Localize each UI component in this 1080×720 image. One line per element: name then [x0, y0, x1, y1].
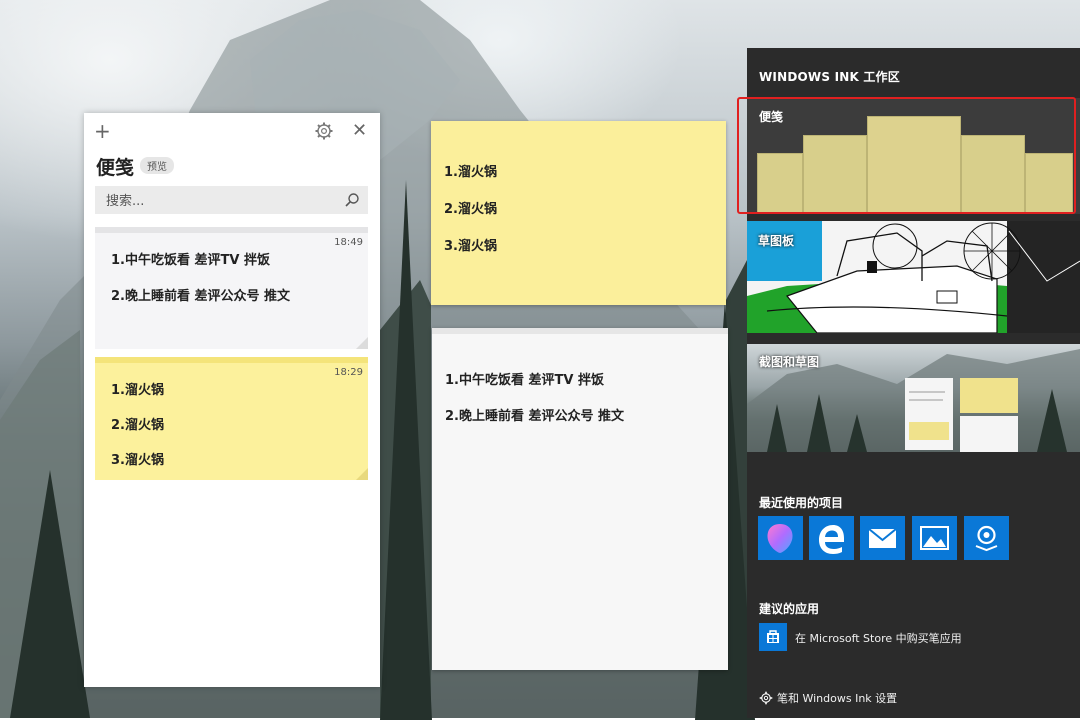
- note-line: 3.溜火锅: [444, 239, 497, 254]
- note-color-strip: [95, 357, 368, 363]
- note-corner-fold: [356, 468, 368, 480]
- note-line: 2.晚上睡前看 差评公众号 推文: [111, 289, 291, 304]
- note-line: 1.溜火锅: [444, 165, 497, 180]
- photos-icon[interactable]: [912, 516, 957, 560]
- note-line: 1.溜火锅: [111, 383, 164, 398]
- pen-settings-label: 笔和 Windows Ink 设置: [777, 692, 898, 705]
- note-line: 2.晚上睡前看 差评公众号 推文: [445, 409, 625, 424]
- edge-icon[interactable]: [809, 516, 854, 560]
- note-top-bar: [432, 328, 728, 334]
- gear-icon: [759, 691, 773, 705]
- recent-items-heading: 最近使用的项目: [759, 496, 844, 510]
- yellow-sticky-note[interactable]: 1.溜火锅 2.溜火锅 3.溜火锅: [431, 121, 726, 305]
- search-box: [95, 186, 368, 216]
- pine-tree: [380, 180, 432, 720]
- note-line: 1.中午吃饭看 差评TV 拌饭: [445, 373, 604, 388]
- sketch-drawing: [747, 221, 1080, 333]
- white-sticky-note[interactable]: 1.中午吃饭看 差评TV 拌饭 2.晚上睡前看 差评公众号 推文: [432, 328, 728, 670]
- suggested-apps-heading: 建议的应用: [759, 602, 820, 616]
- screen-sketch-tile-label: 截图和草图: [759, 355, 820, 369]
- pen-settings-link[interactable]: 笔和 Windows Ink 设置: [759, 690, 897, 706]
- sketchpad-tile-label: 草图板: [758, 234, 795, 248]
- maps-icon[interactable]: [964, 516, 1009, 560]
- store-link[interactable]: 在 Microsoft Store 中购买笔应用: [795, 630, 962, 646]
- note-card[interactable]: 18:49 1.中午吃饭看 差评TV 拌饭 2.晚上睡前看 差评公众号 推文: [95, 227, 368, 349]
- note-line: 3.溜火锅: [111, 453, 164, 468]
- gear-icon[interactable]: [314, 121, 334, 141]
- ink-workspace-title: WINDOWS INK 工作区: [759, 70, 900, 84]
- note-corner-fold: [356, 337, 368, 349]
- note-color-strip: [95, 227, 368, 233]
- new-note-button[interactable]: +: [94, 119, 111, 143]
- note-line: 2.溜火锅: [111, 418, 164, 433]
- note-line: 1.中午吃饭看 差评TV 拌饭: [111, 253, 270, 268]
- store-icon[interactable]: [759, 623, 787, 651]
- note-timestamp: 18:49: [334, 237, 363, 248]
- note-card[interactable]: 18:29 1.溜火锅 2.溜火锅 3.溜火锅: [95, 357, 368, 480]
- sticky-notes-title: 便笺: [96, 157, 135, 179]
- mail-icon[interactable]: [860, 516, 905, 560]
- search-input[interactable]: [95, 186, 338, 216]
- pine-tree: [10, 470, 90, 718]
- highlight-box: [737, 97, 1076, 214]
- search-icon[interactable]: [344, 192, 360, 208]
- close-button[interactable]: ✕: [352, 119, 367, 143]
- paint3d-icon[interactable]: [758, 516, 803, 560]
- sticky-notes-list-window: + ✕ 便笺 预览 18:49 1.中午吃饭看 差评TV 拌饭 2.晚上睡前看 …: [84, 113, 380, 687]
- note-line: 2.溜火锅: [444, 202, 497, 217]
- sketchpad-tile[interactable]: [747, 221, 1080, 333]
- note-timestamp: 18:29: [334, 367, 363, 378]
- preview-badge: 预览: [140, 157, 174, 174]
